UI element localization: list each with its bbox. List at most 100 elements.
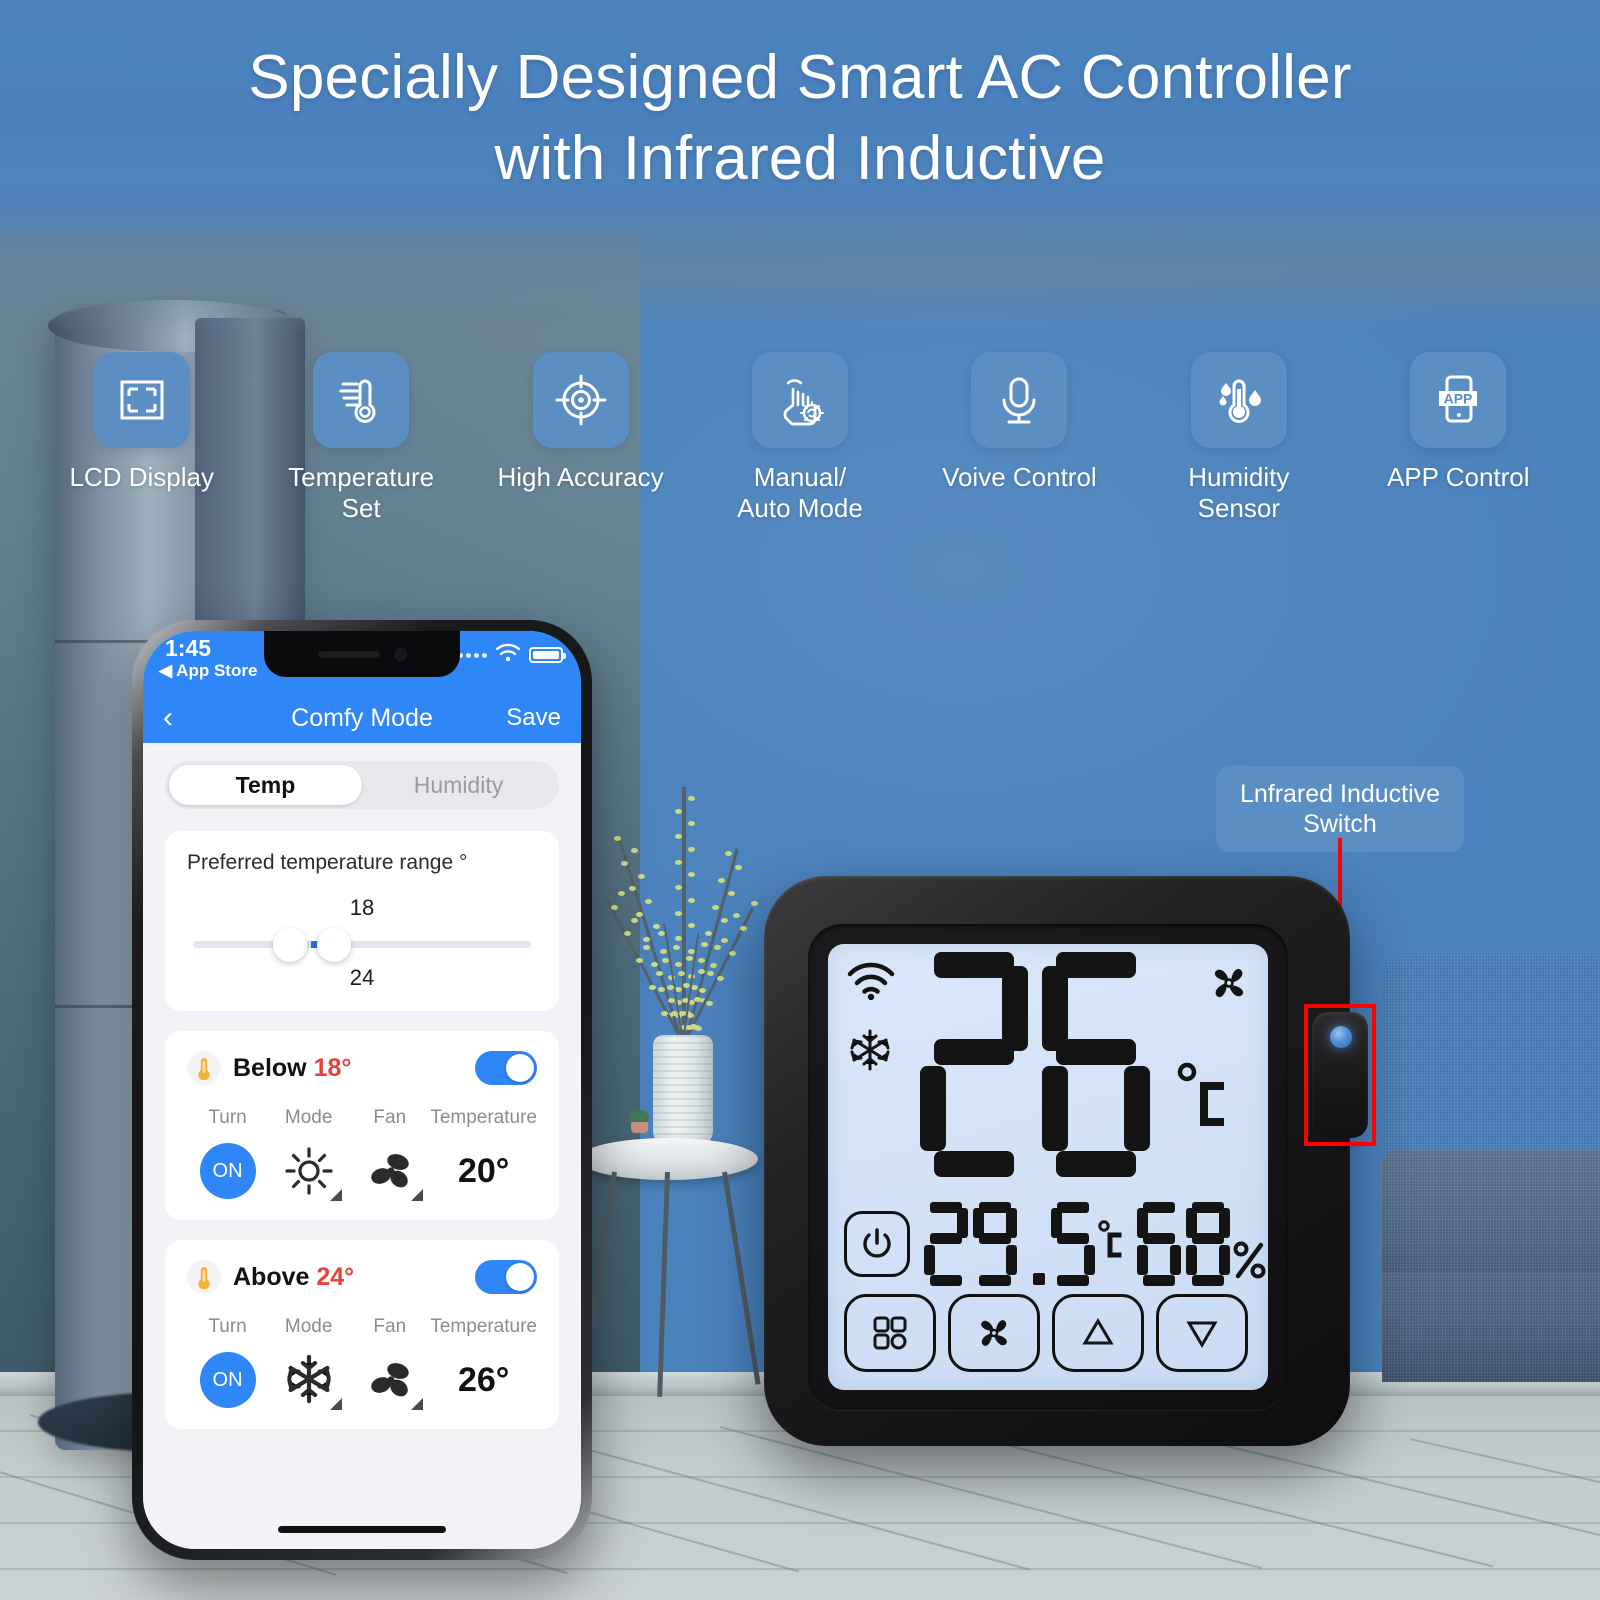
status-time: 1:45 xyxy=(165,635,212,661)
column-header: Turn xyxy=(208,1316,247,1337)
plant-leaf xyxy=(693,996,701,1002)
plant-leaf xyxy=(688,897,695,903)
condition-label: Below 18° xyxy=(233,1054,351,1083)
save-button[interactable]: Save xyxy=(506,704,561,732)
target-temperature[interactable]: 26° xyxy=(458,1361,509,1400)
plant-leaf xyxy=(675,910,682,916)
fan-blades-icon xyxy=(371,1363,409,1397)
plant-leaf xyxy=(740,925,748,931)
plant-leaf xyxy=(711,904,719,910)
condition-header: Below 18° xyxy=(187,1051,537,1085)
plant-leaf xyxy=(630,848,638,854)
plant-leaf xyxy=(698,988,706,993)
status-back-to-app[interactable]: ◀ App Store xyxy=(159,661,257,681)
feature-humidity-sensor: Humidity Sensor xyxy=(1144,352,1334,523)
plant-branch xyxy=(682,787,686,1042)
back-triangle-icon: ◀ xyxy=(159,661,173,680)
condition-header: Above 24° xyxy=(187,1260,537,1294)
plant-leaf xyxy=(688,846,695,852)
mode-selector-heat[interactable] xyxy=(281,1143,342,1201)
turn-on-badge[interactable]: ON xyxy=(199,1143,256,1199)
lcd-wifi-icon xyxy=(846,962,896,1005)
plant-leaf xyxy=(675,859,682,865)
lcd-set-temp-unit xyxy=(1176,1062,1228,1145)
phone-screen: 1:45 ◀ App Store ‹ Comfy Mode Save Temp … xyxy=(143,631,581,1549)
headline-line-1: Specially Designed Smart AC Controller xyxy=(248,43,1352,112)
plant-leaf xyxy=(611,904,619,910)
feature-temperature-set: Temperature Set xyxy=(266,352,456,523)
plant-leaf xyxy=(688,795,695,801)
feature-label: Manual/ Auto Mode xyxy=(737,462,863,523)
slider-thumb-max[interactable] xyxy=(317,928,351,962)
mode-selector-cool[interactable] xyxy=(281,1352,342,1410)
feature-label-line-2: Auto Mode xyxy=(737,492,863,523)
phone-notch xyxy=(264,631,460,677)
lcd-fan-speed-button[interactable] xyxy=(948,1294,1040,1372)
temperature-range-slider[interactable]: 18 24 xyxy=(187,895,537,991)
slider-thumb-min[interactable] xyxy=(273,928,307,962)
svg-text:APP: APP xyxy=(1444,391,1473,407)
plant-leaf xyxy=(717,975,725,981)
thermometer-emoji-icon xyxy=(187,1051,221,1085)
condition-value: 18° xyxy=(313,1053,352,1082)
app-phone-icon: APP xyxy=(1439,375,1478,423)
floor-plank xyxy=(0,1568,1600,1570)
column-header: Mode xyxy=(284,1107,333,1128)
plant-leaf xyxy=(637,873,645,879)
ambient-temp-digits xyxy=(924,1202,1096,1286)
headline-line-2: with Infrared Inductive xyxy=(494,123,1106,193)
range-max-value: 24 xyxy=(349,965,375,990)
feature-label-line-1: Manual/ xyxy=(753,462,847,492)
condition-prefix: Above xyxy=(233,1262,310,1291)
feature-manual-auto-mode: Manual/ Auto Mode xyxy=(705,352,895,523)
plant-leaf xyxy=(706,1000,714,1006)
page-title: Specially Designed Smart AC Controller w… xyxy=(0,38,1600,199)
hand-tap-auto-icon xyxy=(783,379,824,426)
column-fan: Fan xyxy=(349,1107,430,1201)
turn-on-badge[interactable]: ON xyxy=(199,1352,256,1408)
nav-title: Comfy Mode xyxy=(291,703,433,732)
fan-selector[interactable] xyxy=(362,1352,423,1410)
tab-temp[interactable]: Temp xyxy=(169,765,362,805)
lcd-ambient-row xyxy=(844,1200,1266,1288)
plant-leaf xyxy=(714,944,722,950)
sofa-seat-cushion xyxy=(1382,1150,1600,1280)
app-phone-icon-tile: APP xyxy=(1410,352,1507,448)
dropdown-corner-indicator xyxy=(329,1189,342,1201)
app-nav-bar: ‹ Comfy Mode Save xyxy=(143,693,581,743)
front-camera xyxy=(393,647,407,661)
plant-leaf xyxy=(675,834,682,839)
condition-title-group: Above 24° xyxy=(187,1260,354,1294)
dropdown-corner-indicator xyxy=(410,1398,423,1410)
humidity-thermometer-icon-tile xyxy=(1190,352,1287,448)
feature-label: Voive Control xyxy=(942,462,1097,492)
humidity-digits xyxy=(1137,1202,1231,1286)
plant-leaf xyxy=(673,944,681,950)
header-gradient-fade xyxy=(0,185,1600,335)
plant-leaf xyxy=(697,958,705,963)
column-mode: Mode xyxy=(268,1316,349,1410)
column-header: Fan xyxy=(373,1107,407,1128)
lcd-mode-button[interactable] xyxy=(844,1294,936,1372)
condition-toggle[interactable] xyxy=(475,1051,537,1085)
condition-toggle[interactable] xyxy=(475,1260,537,1294)
plant-leaf xyxy=(751,900,759,906)
home-indicator[interactable] xyxy=(278,1526,446,1533)
tab-humidity[interactable]: Humidity xyxy=(362,765,555,805)
back-button[interactable]: ‹ xyxy=(163,703,173,733)
column-header: Fan xyxy=(373,1316,407,1337)
target-temperature[interactable]: 20° xyxy=(458,1152,509,1191)
feature-highlights-row: LCD Display Temperature Set High Accurac… xyxy=(0,352,1600,523)
slider-track[interactable] xyxy=(193,941,531,948)
callout-line-1: Lnfrared Inductive xyxy=(1239,780,1441,808)
plant-leaf xyxy=(675,961,682,967)
floor-plank xyxy=(949,1430,1494,1568)
condition-value: 24° xyxy=(316,1262,355,1291)
fan-selector[interactable] xyxy=(362,1143,423,1201)
app-content: Temp Humidity Preferred temperature rang… xyxy=(143,743,581,1549)
plant-leaf xyxy=(630,918,638,923)
feature-label: Temperature Set xyxy=(288,462,435,523)
lcd-power-button[interactable] xyxy=(844,1211,910,1277)
lcd-temp-up-button[interactable] xyxy=(1052,1294,1144,1372)
lcd-temp-down-button[interactable] xyxy=(1156,1294,1248,1372)
